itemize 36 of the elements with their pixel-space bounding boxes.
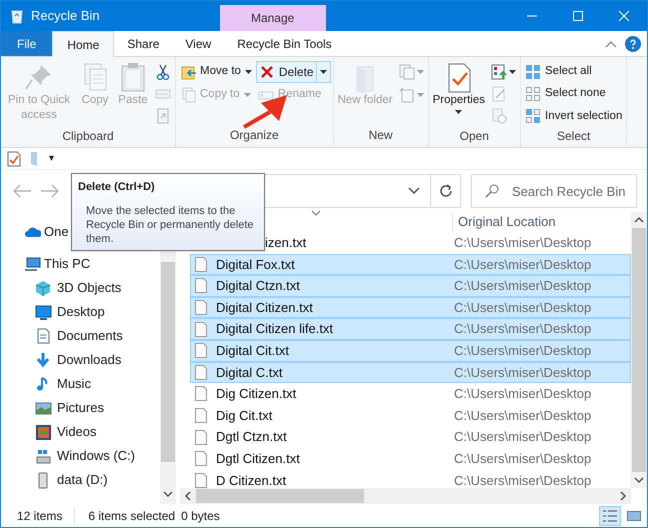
file-name: Dig Cit.txt (216, 406, 274, 425)
file-location: C:\Users\miser\Desktop (454, 406, 592, 425)
file-location: C:\Users\miser\Desktop (454, 234, 592, 252)
status-text: 0 bytes (181, 508, 220, 524)
file-location: C:\Users\miser\Desktop (454, 450, 592, 468)
status-text: 12 items (1, 506, 76, 524)
file-location: C:\Users\miser\Desktop (454, 256, 592, 274)
file-name: Dig Citizen.txt (216, 385, 298, 404)
file-name: Digital Citizen.txt (216, 298, 314, 317)
file-name: Digital Ctzn.txt (216, 277, 301, 296)
tooltip-text: Move the selected items to the Recycle Bin or permanently delete them. (85, 204, 255, 246)
group-label: Open (458, 128, 490, 145)
file-name: izen.txt (265, 234, 308, 252)
group-label: New (368, 127, 394, 144)
file-name: Digital C.txt (216, 364, 284, 382)
file-name: D Citizen.txt (216, 472, 288, 490)
group-label: Select (556, 128, 592, 145)
file-location: C:\Users\miser\Desktop (454, 428, 592, 446)
file-name: Digital Citizen life.txt (216, 320, 334, 338)
group-label: Clipboard (61, 128, 115, 145)
file-location: C:\Users\miser\Desktop (454, 277, 592, 296)
contextual-tab-header: Manage (220, 5, 326, 31)
file-location: C:\Users\miser\Desktop (454, 385, 592, 404)
file-name: Dgtl Citizen.txt (216, 450, 301, 468)
window-title: Recycle Bin (31, 7, 100, 26)
file-location: C:\Users\miser\Desktop (454, 364, 592, 382)
file-name: Dgtl Ctzn.txt (216, 428, 288, 446)
file-name: Digital Fox.txt (216, 256, 296, 274)
file-location: C:\Users\miser\Desktop (454, 298, 592, 317)
file-location: C:\Users\miser\Desktop (454, 342, 592, 360)
file-location: C:\Users\miser\Desktop (454, 320, 592, 338)
file-name: Digital Cit.txt (216, 342, 290, 360)
group-label: Organize (228, 127, 280, 144)
tooltip-title: Delete (Ctrl+D) (78, 180, 156, 195)
status-text: 6 items selected (87, 508, 176, 524)
file-location: C:\Users\miser\Desktop (454, 472, 592, 490)
